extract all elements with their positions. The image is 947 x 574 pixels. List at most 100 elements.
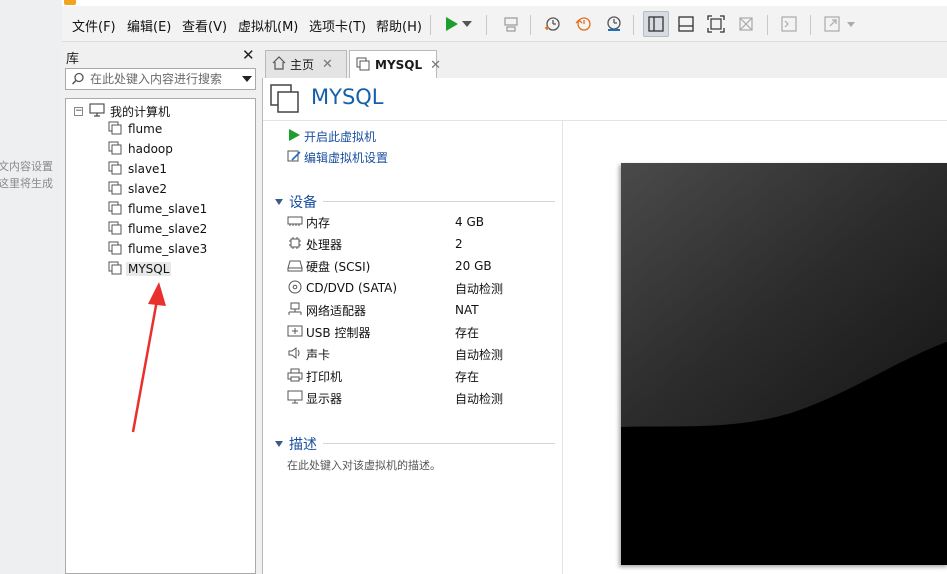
menu-vm[interactable]: 虚拟机(M) xyxy=(238,16,298,35)
menu-help[interactable]: 帮助(H) xyxy=(376,16,422,35)
device-value: 存在 xyxy=(455,325,480,340)
vm-icon xyxy=(356,57,370,74)
device-name: 打印机 xyxy=(306,369,343,384)
stretch-dropdown-icon[interactable] xyxy=(845,11,857,37)
device-name: USB 控制器 xyxy=(306,325,371,340)
menu-tabs[interactable]: 选项卡(T) xyxy=(309,16,366,35)
vm-screen-preview[interactable] xyxy=(621,163,947,565)
device-row-network[interactable]: 网络适配器 NAT xyxy=(287,301,567,319)
search-icon xyxy=(71,72,85,89)
close-icon[interactable]: ✕ xyxy=(322,57,333,72)
device-row-usb[interactable]: USB 控制器 存在 xyxy=(287,323,567,341)
edit-settings-label: 编辑虚拟机设置 xyxy=(304,151,389,165)
device-value: 4 GB xyxy=(455,215,484,229)
toolbar-separator xyxy=(530,15,531,35)
search-dropdown-icon[interactable] xyxy=(242,76,252,82)
description-section-title: 描述 xyxy=(289,437,317,453)
hard-disk-icon xyxy=(287,258,303,275)
snapshot-manager-icon[interactable] xyxy=(601,11,627,37)
send-keys-icon[interactable] xyxy=(498,11,524,37)
library-search-input[interactable] xyxy=(90,71,240,87)
collapse-toggle-icon[interactable]: − xyxy=(74,106,83,116)
tree-item-vm-selected[interactable]: MYSQL xyxy=(108,260,172,278)
device-row-memory[interactable]: 内存 4 GB xyxy=(287,213,567,231)
device-row-hard-disk[interactable]: 硬盘 (SCSI) 20 GB xyxy=(287,257,567,275)
device-value: 2 xyxy=(455,237,463,251)
usb-icon xyxy=(287,324,303,341)
device-value: 自动检测 xyxy=(455,347,504,362)
tab-home[interactable]: 主页 ✕ xyxy=(265,50,347,78)
dropdown-arrow-icon[interactable] xyxy=(460,11,474,37)
close-icon[interactable]: ✕ xyxy=(430,58,441,73)
vm-icon xyxy=(108,181,122,198)
vm-icon xyxy=(108,161,122,178)
menu-edit[interactable]: 编辑(E) xyxy=(127,16,171,35)
vm-icon xyxy=(108,121,122,138)
tree-item-vm[interactable]: hadoop xyxy=(108,140,173,158)
vm-icon xyxy=(108,141,122,158)
console-icon[interactable] xyxy=(776,11,802,37)
menu-view[interactable]: 查看(V) xyxy=(182,16,227,35)
cpu-icon xyxy=(287,236,303,253)
description-text[interactable]: 在此处键入对该虚拟机的描述。 xyxy=(287,457,441,473)
memory-icon xyxy=(287,214,303,231)
devices-section-title: 设备 xyxy=(289,195,317,211)
library-title: 库 xyxy=(66,52,80,67)
home-icon xyxy=(272,56,286,73)
stretch-icon[interactable] xyxy=(819,11,845,37)
vmware-window: 文件(F) 编辑(E) 查看(V) 虚拟机(M) 选项卡(T) 帮助(H) 库 … xyxy=(62,0,947,574)
tab-bar: 主页 ✕ MYSQL ✕ xyxy=(262,42,947,79)
description-section-toggle[interactable]: 描述 xyxy=(275,434,317,454)
device-row-processor[interactable]: 处理器 2 xyxy=(287,235,567,253)
tree-item-vm[interactable]: slave2 xyxy=(108,180,167,198)
device-row-cd-dvd[interactable]: CD/DVD (SATA) 自动检测 xyxy=(287,279,567,297)
section-divider xyxy=(323,443,555,444)
menubar: 文件(F) 编辑(E) 查看(V) 虚拟机(M) 选项卡(T) 帮助(H) xyxy=(62,6,947,42)
thumbnail-bar-icon[interactable] xyxy=(673,11,699,37)
tree-item-vm[interactable]: flume_slave3 xyxy=(108,240,207,258)
library-search-box[interactable] xyxy=(65,68,256,90)
collapse-triangle-icon xyxy=(275,441,283,447)
toolbar-separator xyxy=(810,15,811,35)
edit-settings-link[interactable]: 编辑虚拟机设置 xyxy=(287,149,388,166)
library-view-icon[interactable] xyxy=(643,11,669,37)
vm-label: slave2 xyxy=(128,182,168,196)
vm-label: flume_slave3 xyxy=(128,242,208,256)
device-name: 处理器 xyxy=(306,237,343,252)
power-on-link[interactable]: 开启此虚拟机 xyxy=(287,128,376,145)
tree-root-my-computer[interactable]: − 我的计算机 xyxy=(74,102,170,119)
tree-item-vm[interactable]: flume xyxy=(108,120,162,138)
device-row-sound[interactable]: 声卡 自动检测 xyxy=(287,345,567,363)
tree-item-vm[interactable]: flume_slave2 xyxy=(108,220,207,238)
vm-icon xyxy=(108,241,122,258)
vm-icon xyxy=(108,261,122,278)
device-value: 存在 xyxy=(455,369,480,384)
unity-icon[interactable] xyxy=(733,11,759,37)
device-name: 网络适配器 xyxy=(306,303,367,318)
device-value: 20 GB xyxy=(455,259,492,273)
vm-icon xyxy=(108,201,122,218)
device-row-printer[interactable]: 打印机 存在 xyxy=(287,367,567,385)
fullscreen-icon[interactable] xyxy=(703,11,729,37)
collapse-triangle-icon xyxy=(275,199,283,205)
snapshot-icon[interactable] xyxy=(539,11,565,37)
annotation-arrow xyxy=(131,282,166,433)
vm-label: flume_slave1 xyxy=(128,202,208,216)
edit-settings-icon xyxy=(287,149,301,166)
toolbar-separator xyxy=(633,15,634,35)
menu-file[interactable]: 文件(F) xyxy=(72,16,116,35)
device-row-display[interactable]: 显示器 自动检测 xyxy=(287,389,567,407)
tab-mysql[interactable]: MYSQL ✕ xyxy=(349,50,441,79)
background-window: 文内容设置 这里将生成 xyxy=(0,0,62,574)
sound-card-icon xyxy=(287,346,303,363)
revert-snapshot-icon[interactable] xyxy=(570,11,596,37)
device-value: NAT xyxy=(455,303,479,317)
library-close-button[interactable]: ✕ xyxy=(242,46,255,64)
tree-item-vm[interactable]: flume_slave1 xyxy=(108,200,207,218)
vm-large-icon xyxy=(269,83,301,118)
devices-section-toggle[interactable]: 设备 xyxy=(275,192,317,212)
tree-item-vm[interactable]: slave1 xyxy=(108,160,167,178)
tab-home-label: 主页 xyxy=(290,58,315,72)
vm-label: MYSQL xyxy=(126,262,172,276)
cd-dvd-icon xyxy=(287,280,303,297)
